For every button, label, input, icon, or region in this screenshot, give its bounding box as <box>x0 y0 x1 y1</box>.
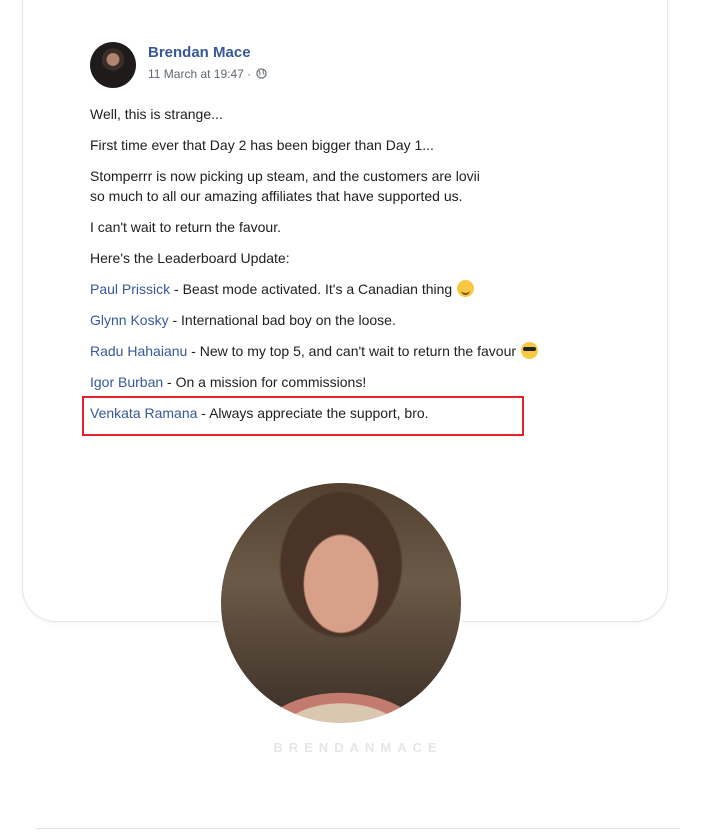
post-line: so much to all our amazing affiliates th… <box>90 188 463 204</box>
affiliate-name-link[interactable]: Paul Prissick <box>90 281 170 297</box>
post-timestamp[interactable]: 11 March at 19:47 · <box>148 67 267 81</box>
brand-watermark: BRENDANMACE <box>273 740 443 755</box>
sunglasses-face-icon <box>521 342 539 359</box>
affiliate-name-link[interactable]: Radu Hahaianu <box>90 343 187 359</box>
affiliate-comment: - Beast mode activated. It's a Canadian … <box>170 281 453 297</box>
leaderboard-entry: Paul Prissick - Beast mode activated. It… <box>90 279 650 299</box>
leaderboard-entry: Igor Burban - On a mission for commissio… <box>90 372 650 392</box>
post-line: First time ever that Day 2 has been bigg… <box>90 137 434 153</box>
affiliate-name-link[interactable]: Igor Burban <box>90 374 163 390</box>
post-body: Well, this is strange... First time ever… <box>90 104 650 434</box>
bottom-divider <box>36 828 680 829</box>
affiliate-name-link[interactable]: Glynn Kosky <box>90 312 169 328</box>
globe-icon <box>255 68 267 79</box>
post-line: Well, this is strange... <box>90 106 223 122</box>
post-line: Here's the Leaderboard Update: <box>90 250 290 266</box>
winking-face-icon <box>457 280 475 297</box>
post-line: I can't wait to return the favour. <box>90 219 281 235</box>
affiliate-comment: - On a mission for commissions! <box>163 374 367 390</box>
post-line-wrapped: Stomperrr is now picking up steam, and t… <box>90 166 650 206</box>
leaderboard-entry: Glynn Kosky - International bad boy on t… <box>90 310 650 330</box>
profile-photo <box>218 480 464 726</box>
post-line-truncated: Stomperrr is now picking up steam, and t… <box>90 168 480 184</box>
timestamp-text: 11 March at 19:47 · <box>148 67 252 81</box>
highlight-box <box>82 396 524 436</box>
leaderboard-entry: Radu Hahaianu - New to my top 5, and can… <box>90 341 650 361</box>
author-avatar[interactable] <box>90 42 136 88</box>
affiliate-comment: - New to my top 5, and can't wait to ret… <box>187 343 517 359</box>
affiliate-comment: - International bad boy on the loose. <box>168 312 396 328</box>
author-name-link[interactable]: Brendan Mace <box>148 44 251 61</box>
